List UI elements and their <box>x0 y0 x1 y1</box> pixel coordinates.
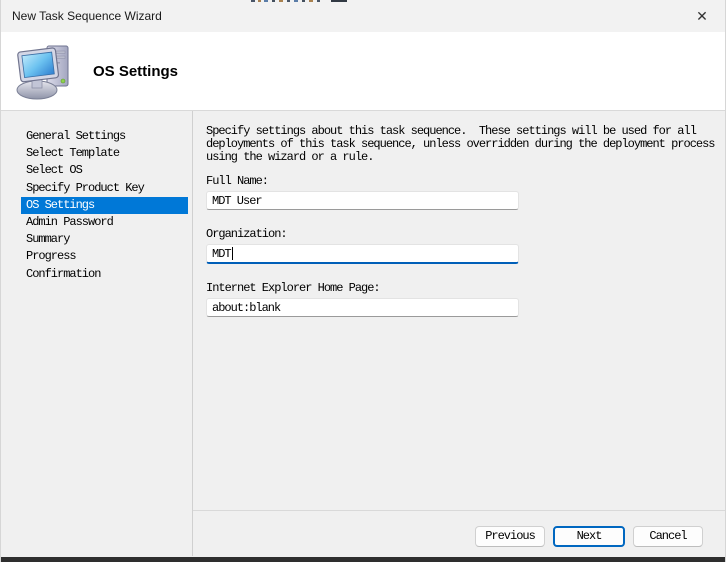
wizard-footer: Previous Next Cancel <box>193 510 726 556</box>
clipped-screen-artifacts <box>1 0 726 3</box>
sidebar-item-select-os[interactable]: Select OS <box>21 162 188 179</box>
sidebar-item-progress[interactable]: Progress <box>21 248 188 265</box>
new-task-sequence-wizard-window: New Task Sequence Wizard ✕ <box>0 0 726 562</box>
text-caret <box>232 247 233 260</box>
full-name-value: MDT User <box>212 194 262 208</box>
computer-workstation-icon <box>13 40 73 102</box>
sidebar-item-os-settings[interactable]: OS Settings <box>21 197 188 214</box>
full-name-label: Full Name: <box>206 174 721 188</box>
window-title: New Task Sequence Wizard <box>1 9 162 23</box>
next-button[interactable]: Next <box>553 526 625 547</box>
sidebar-item-select-template[interactable]: Select Template <box>21 145 188 162</box>
sidebar-item-general-settings[interactable]: General Settings <box>21 128 188 145</box>
organization-input[interactable]: MDT <box>206 244 519 264</box>
cancel-button[interactable]: Cancel <box>633 526 703 547</box>
ie-home-page-input[interactable]: about:blank <box>206 298 519 317</box>
sidebar-item-specify-product-key[interactable]: Specify Product Key <box>21 180 188 197</box>
sidebar-item-admin-password[interactable]: Admin Password <box>21 214 188 231</box>
previous-button[interactable]: Previous <box>475 526 545 547</box>
full-name-input[interactable]: MDT User <box>206 191 519 210</box>
organization-label: Organization: <box>206 227 721 241</box>
close-icon: ✕ <box>696 8 708 25</box>
ie-home-page-value: about:blank <box>212 301 280 315</box>
ie-home-page-label: Internet Explorer Home Page: <box>206 281 721 295</box>
close-button[interactable]: ✕ <box>679 0 725 32</box>
organization-field-group: Organization: MDT <box>206 227 721 264</box>
sidebar-item-confirmation[interactable]: Confirmation <box>21 266 188 283</box>
title-bar[interactable]: New Task Sequence Wizard ✕ <box>1 0 725 32</box>
sidebar-item-summary[interactable]: Summary <box>21 231 188 248</box>
page-description: Specify settings about this task sequenc… <box>206 125 721 164</box>
ie-home-page-field-group: Internet Explorer Home Page: about:blank <box>206 281 721 317</box>
full-name-field-group: Full Name: MDT User <box>206 174 721 210</box>
wizard-header: OS Settings <box>1 32 725 111</box>
organization-value: MDT <box>212 247 231 261</box>
bottom-screen-edge <box>1 557 726 562</box>
page-title: OS Settings <box>93 63 178 80</box>
wizard-steps-sidebar: General Settings Select Template Select … <box>1 111 193 556</box>
